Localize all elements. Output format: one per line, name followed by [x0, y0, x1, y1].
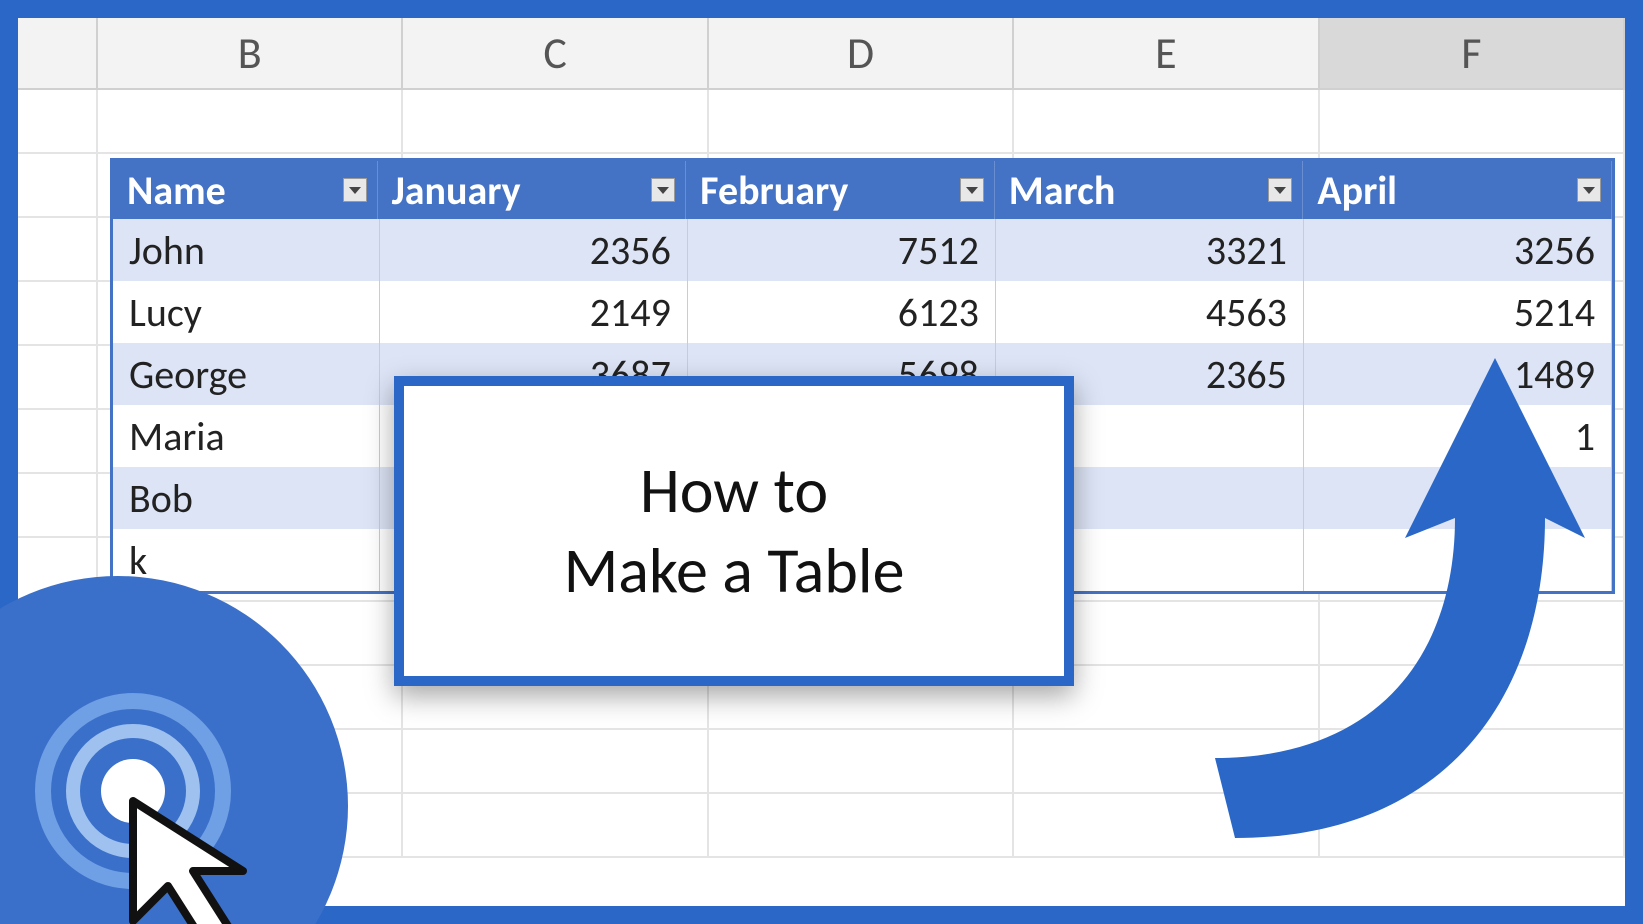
table-header-label: February [700, 166, 848, 215]
table-header-february[interactable]: February [686, 161, 995, 219]
column-header-c[interactable]: C [403, 18, 708, 88]
overlay-title-line2: Make a Table [564, 531, 905, 611]
cell-name[interactable]: Bob [113, 467, 380, 529]
column-header-f[interactable]: F [1320, 18, 1625, 88]
table-header-label: Name [127, 166, 226, 215]
cell-name[interactable]: John [113, 219, 380, 281]
table-row[interactable]: Lucy 2149 6123 4563 5214 [113, 281, 1612, 343]
cell-value[interactable] [1304, 467, 1612, 529]
table-header-march[interactable]: March [995, 161, 1304, 219]
table-header-row: Name January February March April [113, 161, 1612, 219]
table-row[interactable]: John 2356 7512 3321 3256 [113, 219, 1612, 281]
spreadsheet-area: B C D E F Name [18, 18, 1625, 906]
cell-value[interactable]: 7512 [688, 219, 996, 281]
column-header-e[interactable]: E [1014, 18, 1319, 88]
filter-dropdown-icon[interactable] [651, 178, 675, 202]
cell-value[interactable]: 2149 [380, 281, 688, 343]
filter-dropdown-icon[interactable] [1577, 178, 1601, 202]
column-header-b[interactable]: B [98, 18, 403, 88]
table-header-january[interactable]: January [378, 161, 687, 219]
cell-value[interactable]: 4563 [996, 281, 1304, 343]
table-header-april[interactable]: April [1303, 161, 1612, 219]
cell-value[interactable]: 3256 [1304, 219, 1612, 281]
cell-name[interactable]: George [113, 343, 380, 405]
cell-value[interactable]: 2356 [380, 219, 688, 281]
cell-name[interactable]: Lucy [113, 281, 380, 343]
table-header-name[interactable]: Name [113, 161, 378, 219]
header-stub [18, 18, 98, 88]
cell-value[interactable]: 1 [1304, 405, 1612, 467]
table-header-label: January [392, 166, 521, 215]
table-header-label: April [1317, 166, 1397, 215]
cell-value[interactable] [1304, 529, 1612, 591]
cell-value[interactable]: 6123 [688, 281, 996, 343]
filter-dropdown-icon[interactable] [1268, 178, 1292, 202]
filter-dropdown-icon[interactable] [343, 178, 367, 202]
cell-name[interactable]: Maria [113, 405, 380, 467]
overlay-title-box: How to Make a Table [394, 376, 1074, 686]
filter-dropdown-icon[interactable] [960, 178, 984, 202]
thumbnail-frame: B C D E F Name [0, 0, 1643, 924]
cell-value[interactable]: 5214 [1304, 281, 1612, 343]
column-header-row: B C D E F [18, 18, 1625, 90]
click-cursor-icon [18, 686, 278, 924]
table-header-label: March [1009, 166, 1116, 215]
cell-value[interactable]: 3321 [996, 219, 1304, 281]
overlay-title-line1: How to [564, 451, 905, 531]
cell-value[interactable]: 1489 [1304, 343, 1612, 405]
column-header-d[interactable]: D [709, 18, 1014, 88]
